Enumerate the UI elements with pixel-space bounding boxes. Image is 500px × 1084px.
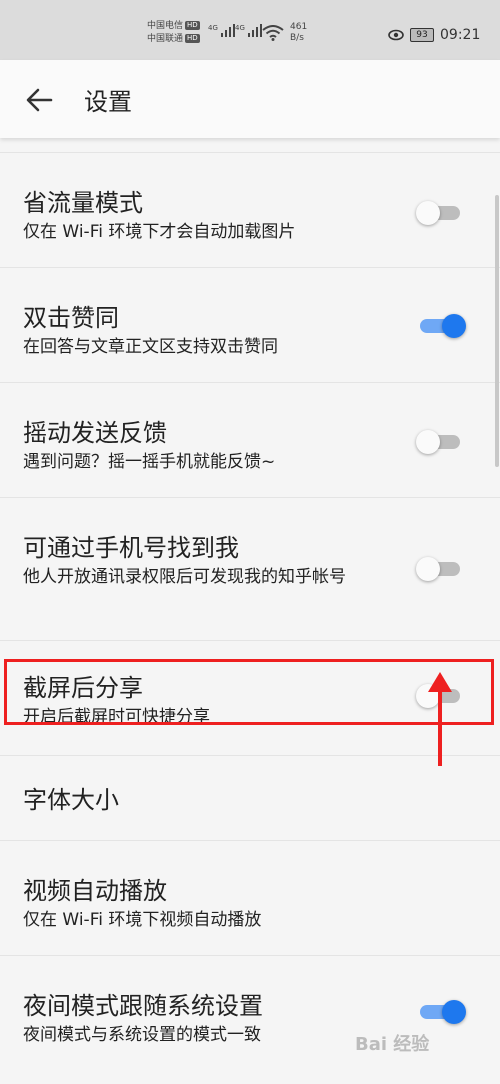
setting-font-size[interactable]: 字体大小 [0,755,500,840]
eye-icon [388,29,404,41]
save-data-toggle[interactable] [416,201,462,225]
settings-list: 省流量模式 仅在 Wi-Fi 环境下才会自动加载图片 双击赞同 在回答与文章正文… [0,152,500,1070]
night-mode-follow-toggle[interactable] [418,1000,466,1024]
setting-title: 省流量模式 [23,189,143,217]
highlight-box [4,659,494,725]
battery-indicator: 93 [410,28,434,42]
hd-badge-1: HD [185,21,200,30]
setting-shake-feedback[interactable]: 摇动发送反馈 遇到问题？摇一摇手机就能反馈~ [0,382,500,497]
signal-icon-1: 4G [208,24,235,37]
setting-subtitle: 遇到问题？摇一摇手机就能反馈~ [23,452,276,472]
wifi-icon [262,25,284,41]
setting-subtitle: 在回答与文章正文区支持双击赞同 [23,337,278,357]
watermark-logo: Bai 经验 [355,1034,430,1055]
setting-title: 可通过手机号找到我 [23,534,239,562]
setting-subtitle: 夜间模式与系统设置的模式一致 [23,1025,261,1045]
setting-title: 夜间模式跟随系统设置 [23,992,263,1020]
setting-save-data[interactable]: 省流量模式 仅在 Wi-Fi 环境下才会自动加载图片 [0,152,500,267]
setting-title: 视频自动播放 [23,877,167,905]
network-speed: 461 B/s [290,22,308,43]
setting-subtitle: 仅在 Wi-Fi 环境下视频自动播放 [23,910,262,930]
app-bar: 设置 [0,60,500,138]
setting-subtitle: 仅在 Wi-Fi 环境下才会自动加载图片 [23,222,296,242]
find-by-phone-toggle[interactable] [416,557,462,581]
shake-feedback-toggle[interactable] [416,430,462,454]
setting-find-by-phone[interactable]: 可通过手机号找到我 他人开放通讯录权限后可发现我的知乎帐号 [0,497,500,640]
carrier-2: 中国联通 [147,34,184,44]
setting-title: 字体大小 [23,786,119,814]
setting-video-autoplay[interactable]: 视频自动播放 仅在 Wi-Fi 环境下视频自动播放 [0,840,500,955]
back-arrow-icon[interactable] [25,86,53,114]
setting-subtitle: 他人开放通讯录权限后可发现我的知乎帐号 [23,567,346,587]
setting-title: 双击赞同 [23,304,119,332]
setting-title: 摇动发送反馈 [23,419,167,447]
clock: 09:21 [440,27,481,43]
carrier-1: 中国电信 [147,21,184,31]
hd-badge-2: HD [185,34,200,43]
setting-double-tap-upvote[interactable]: 双击赞同 在回答与文章正文区支持双击赞同 [0,267,500,382]
carrier-labels: 中国电信 HD 中国联通 HD [147,20,200,46]
page-title: 设置 [84,88,132,116]
signal-icon-2: 4G [235,24,262,37]
status-bar: 中国电信 HD 中国联通 HD 4G 4G 461 B/s 93 09:21 [0,0,500,60]
scrollbar[interactable] [495,195,499,467]
red-arrow-icon [428,672,452,766]
double-tap-upvote-toggle[interactable] [418,314,466,338]
